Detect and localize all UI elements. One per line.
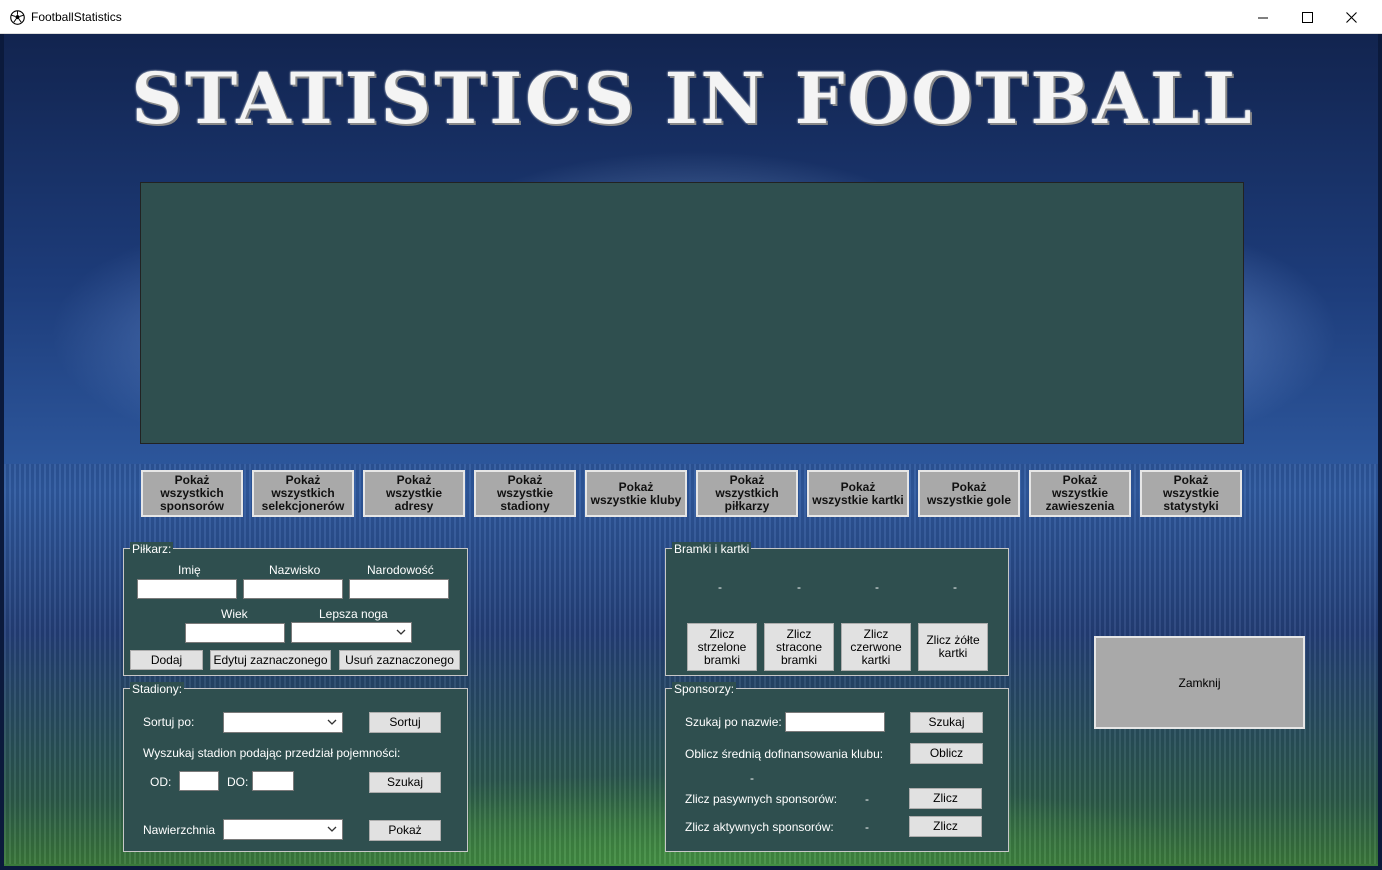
passive-sponsors-result: - — [865, 792, 869, 806]
count-active-sponsors-button[interactable]: Zlicz — [909, 816, 982, 837]
chevron-down-icon — [327, 826, 337, 832]
show-coaches-button[interactable]: Pokaż wszystkich selekcjonerów — [252, 470, 354, 517]
stadiums-group: Stadiony: Sortuj po: Sortuj Wyszukaj sta… — [123, 682, 468, 852]
soccer-ball-icon — [10, 10, 25, 25]
chevron-down-icon — [396, 629, 406, 635]
average-funding-result: - — [750, 771, 754, 785]
yellow-cards-result: - — [953, 580, 957, 594]
maximize-button[interactable] — [1284, 0, 1330, 34]
passive-sponsors-label: Zlicz pasywnych sponsorów: — [685, 792, 838, 806]
age-input[interactable] — [185, 623, 285, 643]
sponsor-search-input[interactable] — [785, 712, 885, 732]
capacity-to-label: DO: — [227, 775, 249, 789]
delete-player-button[interactable]: Usuń zaznaczonego — [339, 650, 460, 670]
goals-cards-group: Bramki i kartki - - - - Zlicz strzelone … — [665, 542, 1009, 676]
better-foot-label: Lepsza noga — [319, 607, 388, 621]
add-player-button[interactable]: Dodaj — [130, 650, 203, 670]
nationality-input[interactable] — [349, 579, 449, 599]
capacity-to-input[interactable] — [252, 771, 294, 791]
age-label: Wiek — [221, 607, 248, 621]
show-statistics-button[interactable]: Pokaż wszystkie statystyki — [1140, 470, 1242, 517]
sponsors-group: Sponsorzy: Szukaj po nazwie: Szukaj Obli… — [665, 682, 1009, 852]
maximize-icon — [1301, 11, 1313, 23]
active-sponsors-result: - — [865, 820, 869, 834]
player-group: Piłkarz: Imię Nazwisko Narodowość Wiek L… — [123, 542, 468, 676]
count-red-cards-button[interactable]: Zlicz czerwone kartki — [841, 623, 911, 671]
data-grid[interactable] — [140, 182, 1244, 444]
show-sponsors-button[interactable]: Pokaż wszystkich sponsorów — [141, 470, 243, 517]
sort-by-select[interactable] — [223, 712, 343, 733]
sort-button[interactable]: Sortuj — [369, 712, 441, 733]
capacity-from-label: OD: — [150, 775, 172, 789]
capacity-from-input[interactable] — [179, 771, 219, 791]
banner-title: STATISTICS IN FOOTBALL — [131, 56, 1255, 140]
goals-cards-group-legend: Bramki i kartki — [672, 542, 752, 556]
show-suspensions-button[interactable]: Pokaż wszystkie zawieszenia — [1029, 470, 1131, 517]
show-cards-button[interactable]: Pokaż wszystkie kartki — [807, 470, 909, 517]
first-name-label: Imię — [178, 563, 201, 577]
show-players-button[interactable]: Pokaż wszystkich piłkarzy — [696, 470, 798, 517]
count-yellow-cards-button[interactable]: Zlicz żółte kartki — [918, 623, 988, 671]
edit-player-button[interactable]: Edytuj zaznaczonego — [210, 650, 331, 670]
conceded-goals-result: - — [797, 580, 801, 594]
close-app-button[interactable]: Zamknij — [1094, 636, 1305, 729]
surface-select[interactable] — [223, 819, 343, 840]
capacity-search-label: Wyszukaj stadion podając przedział pojem… — [143, 746, 401, 760]
window-title: FootballStatistics — [31, 10, 122, 24]
close-icon — [1345, 11, 1357, 23]
show-clubs-button[interactable]: Pokaż wszystkie kluby — [585, 470, 687, 517]
sort-by-label: Sortuj po: — [143, 715, 195, 729]
scored-goals-result: - — [718, 580, 722, 594]
show-stadiums-button[interactable]: Pokaż wszystkie stadiony — [474, 470, 576, 517]
nationality-label: Narodowość — [367, 563, 434, 577]
sponsors-group-legend: Sponsorzy: — [672, 682, 737, 696]
count-passive-sponsors-button[interactable]: Zlicz — [909, 788, 982, 809]
minimize-button[interactable] — [1240, 0, 1286, 34]
count-conceded-goals-button[interactable]: Zlicz stracone bramki — [764, 623, 834, 671]
show-by-surface-button[interactable]: Pokaż — [369, 820, 441, 841]
surface-label: Nawierzchnia — [143, 823, 216, 837]
title-bar: FootballStatistics — [0, 0, 1382, 34]
close-window-button[interactable] — [1328, 0, 1374, 34]
last-name-input[interactable] — [243, 579, 343, 599]
minimize-icon — [1257, 17, 1268, 18]
red-cards-result: - — [875, 580, 879, 594]
show-addresses-button[interactable]: Pokaż wszystkie adresy — [363, 470, 465, 517]
better-foot-select[interactable] — [291, 622, 412, 643]
calculate-average-button[interactable]: Oblicz — [910, 743, 983, 764]
capacity-search-button[interactable]: Szukaj — [369, 772, 441, 793]
first-name-input[interactable] — [137, 579, 237, 599]
count-scored-goals-button[interactable]: Zlicz strzelone bramki — [687, 623, 757, 671]
show-goals-button[interactable]: Pokaż wszystkie gole — [918, 470, 1020, 517]
sponsor-search-button[interactable]: Szukaj — [910, 712, 983, 733]
active-sponsors-label: Zlicz aktywnych sponsorów: — [685, 820, 834, 834]
last-name-label: Nazwisko — [269, 563, 321, 577]
chevron-down-icon — [327, 719, 337, 725]
player-group-legend: Piłkarz: — [130, 542, 174, 556]
average-funding-label: Oblicz średnią dofinansowania klubu: — [685, 747, 884, 761]
sponsor-search-label: Szukaj po nazwie: — [685, 715, 782, 729]
stadiums-group-legend: Stadiony: — [130, 682, 185, 696]
